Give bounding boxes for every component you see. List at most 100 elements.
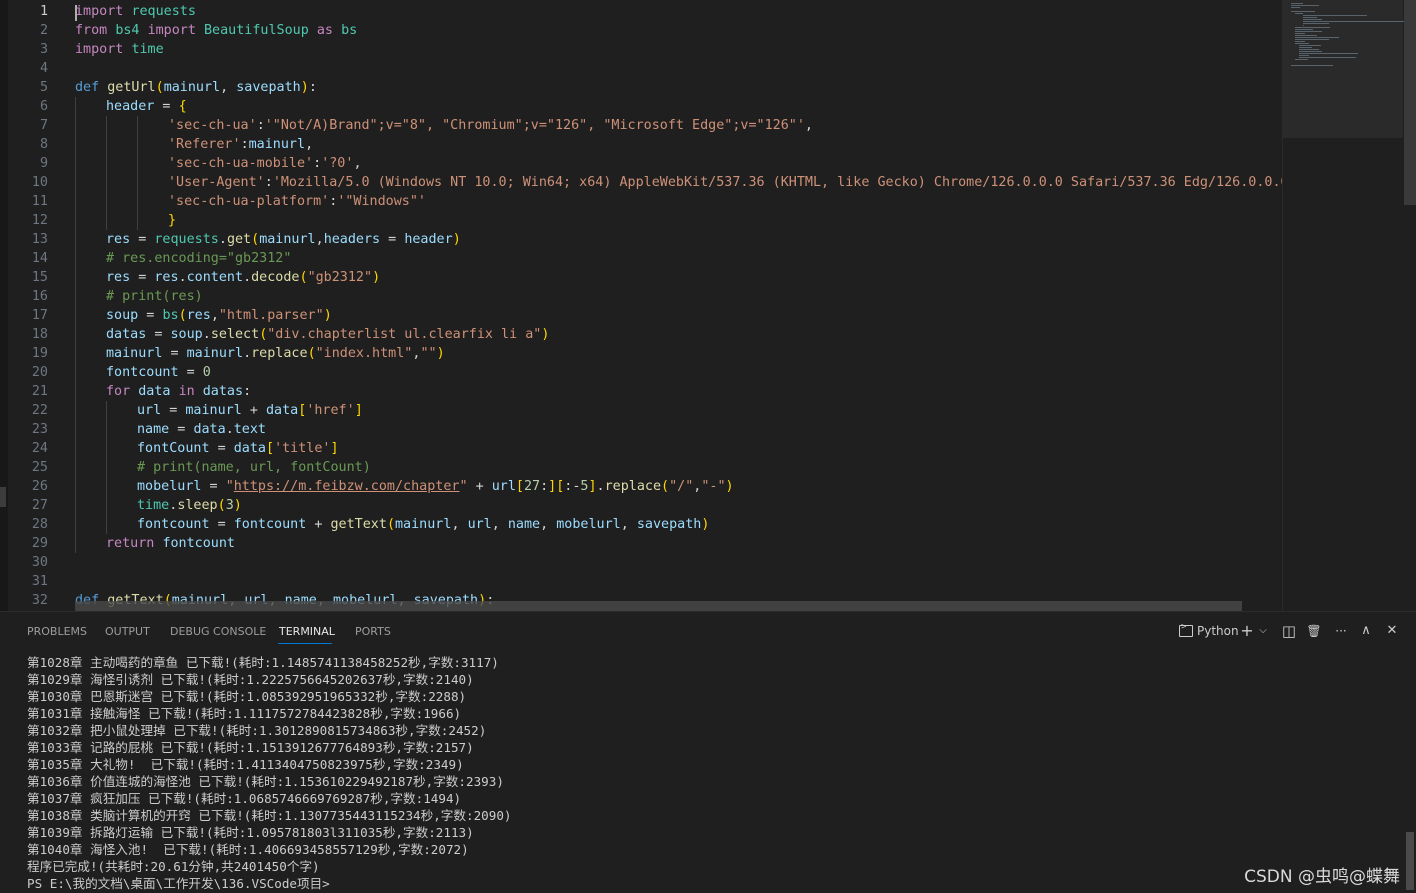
split-icon[interactable]: ◫ [1280,622,1298,640]
code-line[interactable]: 15 res = res.content.decode("gb2312") [8,268,1280,287]
code-token: ( [386,517,395,532]
trash-icon[interactable]: 🗑 [1305,622,1323,640]
line-number: 31 [31,574,48,589]
code-line[interactable]: 18 datas = soup.select("div.chapterlist u… [8,325,1280,344]
code-token: BeautifulSoup [204,23,309,38]
code-line[interactable]: 28 fontcount = fontcount + getText(mainur… [8,515,1280,534]
code-token: res [106,232,131,247]
code-line[interactable]: 13 res = requests.get(mainurl,headers = h… [8,230,1280,249]
terminal-scrollbar[interactable] [1406,832,1414,890]
maximize-icon[interactable]: ∧ [1358,622,1374,640]
indent-guide [137,211,138,230]
horizontal-scrollbar[interactable] [75,601,1242,611]
minimap-line [1291,65,1333,66]
code-line[interactable]: 8 'Referer':mainurl, [8,135,1280,154]
code-token: replace [604,479,662,494]
indent-guide [75,306,76,325]
code-line[interactable]: 21 for data in datas: [8,382,1280,401]
terminal-line: 第1032章 把小鼠处理掉 已下载!(耗时:1.3012890815734863… [27,723,487,738]
vertical-scrollbar-thumb[interactable] [1404,0,1416,205]
code-text: fontcount = 0 [106,363,211,382]
indent-guide [106,401,107,420]
indent-guide [75,401,76,420]
code-token: getText [330,517,387,532]
code-line[interactable]: 26 mobelurl = "https://m.feibzw.com/chapt… [8,477,1280,496]
code-line[interactable]: 6 header = { [8,97,1280,116]
code-line[interactable]: 4 [8,59,1280,78]
code-token: datas [106,327,147,342]
code-token: header [106,99,155,114]
tab-ports[interactable]: PORTS [355,625,391,638]
indent-guide [75,211,76,230]
terminal-line: 第1037章 疯狂加压 已下载!(耗时:1.0685746669769287秒,… [27,791,462,806]
more-icon[interactable]: ··· [1331,622,1351,640]
code-line[interactable]: 22 url = mainurl + data['href'] [8,401,1280,420]
code-line[interactable]: 12} [8,211,1280,230]
tab-debug-console[interactable]: DEBUG CONSOLE [170,625,266,638]
terminal-output[interactable]: 第1028章 主动喝药的章鱼 已下载!(耗时:1.148574113845825… [27,654,1397,892]
code-token: bs [341,23,358,38]
code-line[interactable]: 23 name = data.text [8,420,1280,439]
code-line[interactable]: 5 def getUrl(mainurl, savepath): [8,78,1280,97]
indent-guide [106,515,107,534]
code-token: "index.html" [315,346,413,361]
code-line[interactable]: 31 [8,572,1280,591]
code-line[interactable]: 9 'sec-ch-ua-mobile':'?0', [8,154,1280,173]
code-line[interactable]: 14 # res.encoding="gb2312" [8,249,1280,268]
code-line[interactable]: 2 from bs4 import BeautifulSoup as bs [8,21,1280,40]
line-number: 32 [31,593,48,608]
minimap-line [1303,23,1329,24]
code-token: 'sec-ch-ua-platform' [168,194,330,209]
code-token: : [308,80,317,95]
indent-guide [75,534,76,553]
terminal-line: 第1030章 巴恩斯迷宫 已下载!(耗时:1.085392951965332秒,… [27,689,467,704]
code-lines[interactable]: 1 import requests 2 from bs4 import Beautif… [8,2,1305,610]
code-line[interactable]: 1 import requests [8,2,1280,21]
indent-guide [75,268,76,287]
indent-guide [75,344,76,363]
code-line[interactable]: 27 time.sleep(3) [8,496,1280,515]
terminal-line: 第1029章 海怪引诱剂 已下载!(耗时:1.2225756645202637秒… [27,672,474,687]
code-text: url = mainurl + data['href'] [137,401,363,420]
terminal-profile-label[interactable]: Python [1197,622,1239,640]
line-number: 12 [31,213,48,228]
code-text: # res.encoding="gb2312" [106,249,291,268]
code-token: mainurl [185,403,242,418]
code-line[interactable]: 17 soup = bs(res,"html.parser") [8,306,1280,325]
code-line[interactable]: 11 'sec-ch-ua-platform':'"Windows"' [8,192,1280,211]
indent-guide [106,496,107,515]
code-text: name = data.text [137,420,266,439]
tab-terminal[interactable]: TERMINAL [279,625,335,638]
code-line[interactable]: 3 import time [8,40,1280,59]
code-line[interactable]: 30 [8,553,1280,572]
code-line[interactable]: 24 fontCount = data['title'] [8,439,1280,458]
terminal-line: 第1036章 价值连城的海怪池 已下载!(耗时:1.15361022949218… [27,774,504,789]
minimap-line [1295,59,1308,60]
close-icon[interactable]: ✕ [1384,622,1400,640]
code-token: mainurl [248,137,306,152]
tab-problems[interactable]: PROBLEMS [27,625,87,638]
new-terminal-icon[interactable]: + [1240,622,1254,640]
line-number: 23 [31,422,48,437]
code-line[interactable]: 10 'User-Agent':'Mozilla/5.0 (Windows NT … [8,173,1305,192]
code-line[interactable]: 29 return fontcount [8,534,1280,553]
indent-guide [106,439,107,458]
code-token: , [315,232,324,247]
minimap-line [1295,41,1306,42]
code-token: "html.parser" [218,308,324,323]
code-line[interactable]: 25 # print(name, url, fontCount) [8,458,1280,477]
code-line[interactable]: 20 fontcount = 0 [8,363,1280,382]
line-number: 26 [31,479,48,494]
chevron-down-icon[interactable]: ⌵ [1258,622,1268,640]
code-editor[interactable]: 1 import requests 2 from bs4 import Beautif… [0,0,1416,611]
code-text: 'User-Agent':'Mozilla/5.0 (Windows NT 10… [168,173,1305,192]
code-token: headers [323,232,381,247]
code-token: , [353,156,362,171]
tab-output[interactable]: OUTPUT [105,625,150,638]
code-line[interactable]: 7 'sec-ch-ua':'"Not/A)Brand";v="8", "Chro… [8,116,1280,135]
code-line[interactable]: 19 mainurl = mainurl.replace("index.html"… [8,344,1280,363]
minimap[interactable] [1282,0,1411,611]
code-token: , [220,80,237,95]
line-number: 11 [31,194,48,209]
code-line[interactable]: 16 # print(res) [8,287,1280,306]
